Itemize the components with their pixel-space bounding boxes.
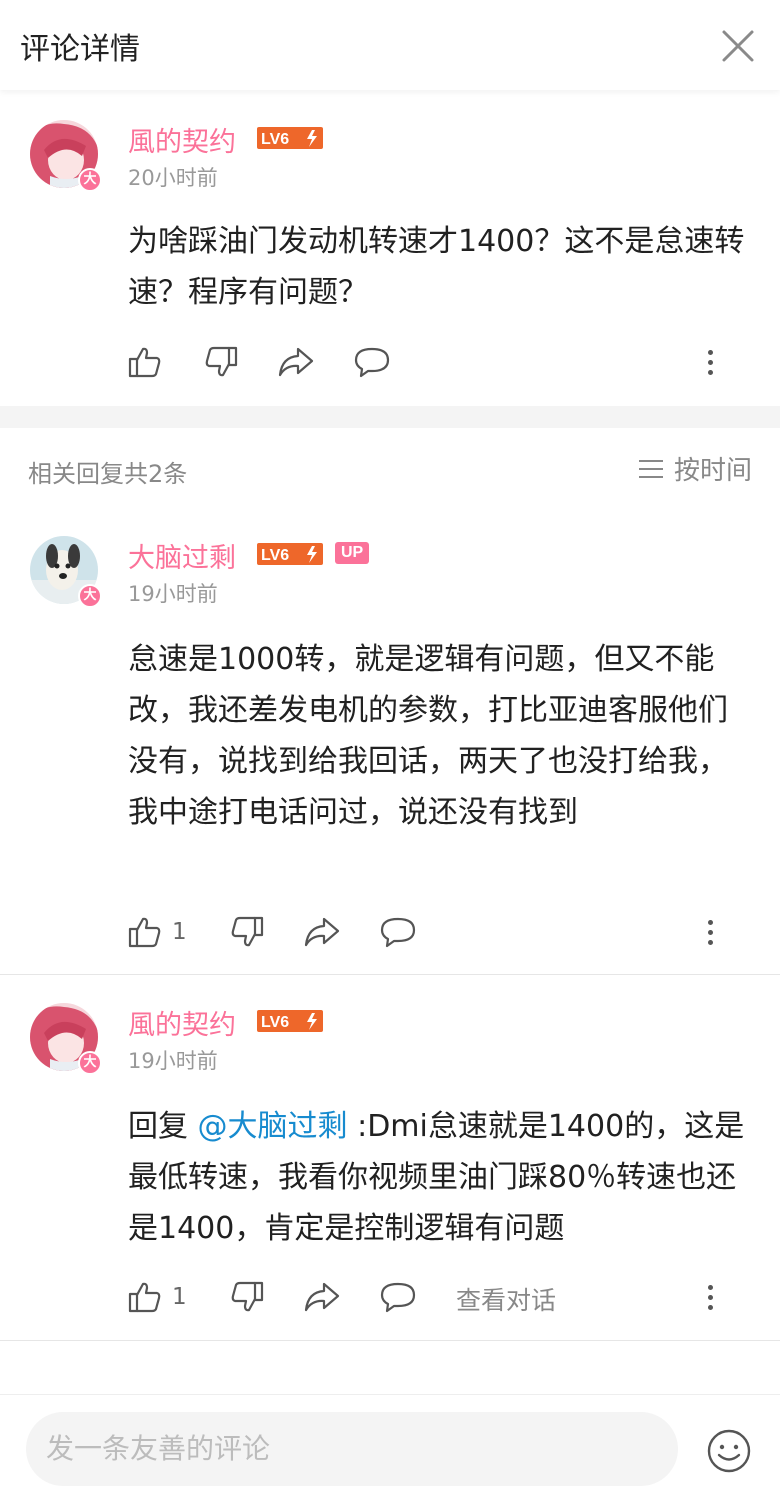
- share-button[interactable]: [304, 1277, 340, 1317]
- thumbs-up-icon: [128, 917, 161, 948]
- reply-item: 大 大脑过剩 LV6 UP 19小时前 怠速是1000转，就是逻辑有问题，但又不…: [0, 512, 780, 974]
- comment-text: 为啥踩油门发动机转速才1400？这不是怠速转速？程序有问题？: [128, 224, 745, 310]
- level-badge-icon: LV6: [257, 543, 323, 565]
- emoji-icon[interactable]: [706, 1428, 752, 1474]
- section-divider: [0, 406, 780, 428]
- view-conversation-link[interactable]: 查看对话: [456, 1281, 556, 1317]
- comment-actions: [128, 342, 748, 382]
- reply-button[interactable]: [380, 912, 416, 952]
- username[interactable]: 大脑过剩: [128, 536, 236, 575]
- comment-time: 20小时前: [128, 166, 218, 190]
- svg-text:LV6: LV6: [261, 131, 289, 148]
- vip-badge: 大: [78, 1051, 102, 1075]
- top-bar: 评论详情: [0, 0, 780, 90]
- mention-link[interactable]: @大脑过剩: [198, 1109, 348, 1144]
- page-title: 评论详情: [20, 32, 140, 67]
- share-button[interactable]: [278, 342, 314, 382]
- svg-text:LV6: LV6: [261, 547, 289, 564]
- close-button[interactable]: [712, 20, 764, 72]
- reply-button[interactable]: [354, 342, 390, 382]
- more-options-button[interactable]: [700, 912, 720, 952]
- comment-time: 19小时前: [128, 582, 218, 606]
- thumbs-up-icon: [128, 347, 161, 378]
- root-comment: 大 風的契约 LV6 20小时前 为啥踩油门发动机转速才1400？这不是怠速转速…: [0, 90, 780, 406]
- like-count: 1: [172, 919, 187, 945]
- comment-actions: 1 查看对话: [128, 1277, 748, 1317]
- like-button[interactable]: [128, 342, 162, 382]
- vip-badge: 大: [78, 584, 102, 608]
- more-options-button[interactable]: [700, 1277, 720, 1317]
- level-badge-icon: LV6: [257, 1010, 323, 1032]
- dislike-button[interactable]: [204, 342, 238, 382]
- share-icon: [278, 347, 314, 377]
- share-icon: [304, 917, 340, 947]
- reply-count: 相关回复共2条: [28, 460, 188, 488]
- avatar[interactable]: 大: [30, 120, 102, 192]
- comment-bubble-icon: [380, 917, 416, 948]
- sort-by-time-button[interactable]: 按时间: [638, 450, 752, 487]
- vip-badge: 大: [78, 168, 102, 192]
- avatar[interactable]: 大: [30, 1003, 102, 1075]
- share-button[interactable]: [304, 912, 340, 952]
- like-button[interactable]: 1: [128, 1277, 187, 1317]
- comment-time: 19小时前: [128, 1049, 218, 1073]
- more-options-button[interactable]: [700, 342, 720, 382]
- replies-header: 相关回复共2条 按时间: [0, 428, 780, 512]
- avatar[interactable]: 大: [30, 536, 102, 608]
- comment-bubble-icon: [354, 347, 390, 378]
- thumbs-down-icon: [231, 916, 264, 947]
- comment-text: 回复 @大脑过剩 :Dmi怠速就是1400的，这是最低转速，我看你视频里油门踩8…: [128, 1101, 753, 1254]
- uploader-badge: UP: [335, 542, 370, 564]
- username[interactable]: 風的契约: [128, 1003, 236, 1042]
- reply-item: 大 風的契约 LV6 19小时前 回复 @大脑过剩 :Dmi怠速就是1400的，…: [0, 975, 780, 1340]
- reply-button[interactable]: [380, 1277, 416, 1317]
- level-badge-icon: LV6: [257, 127, 323, 149]
- username[interactable]: 風的契约: [128, 120, 236, 159]
- reply-divider: [0, 1340, 780, 1341]
- thumbs-down-icon: [231, 1281, 264, 1312]
- reply-prefix: 回复: [128, 1109, 198, 1144]
- like-count: 1: [172, 1284, 187, 1310]
- comment-input-bar: [0, 1394, 780, 1503]
- thumbs-up-icon: [128, 1282, 161, 1313]
- thumbs-down-icon: [205, 346, 238, 377]
- dislike-button[interactable]: [230, 912, 264, 952]
- sort-list-icon: [638, 459, 663, 478]
- close-icon: [722, 30, 754, 62]
- dislike-button[interactable]: [230, 1277, 264, 1317]
- like-button[interactable]: 1: [128, 912, 187, 952]
- comment-actions: 1: [128, 912, 748, 952]
- sort-label: 按时间: [673, 456, 752, 486]
- share-icon: [304, 1282, 340, 1312]
- comment-bubble-icon: [380, 1282, 416, 1313]
- comment-input[interactable]: [26, 1412, 678, 1486]
- svg-text:LV6: LV6: [261, 1014, 289, 1031]
- comment-text: 怠速是1000转，就是逻辑有问题，但又不能改，我还差发电机的参数，打比亚迪客服他…: [128, 642, 728, 830]
